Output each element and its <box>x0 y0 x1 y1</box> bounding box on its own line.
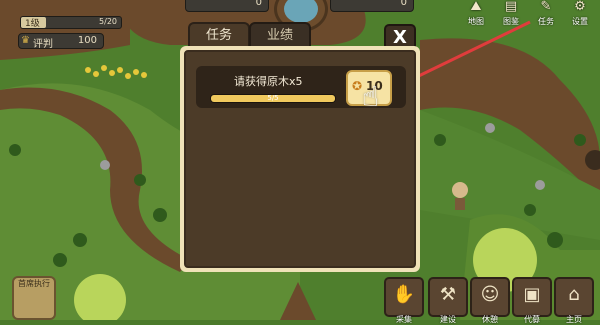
coin-icon: ✪ <box>352 79 363 93</box>
ceo-button[interactable]: 首席执行 <box>12 276 56 320</box>
tutorial-hand-icon: ☝ <box>362 80 380 113</box>
tab-achievements[interactable]: 业绩 <box>249 22 311 48</box>
collection-label: 图鉴 <box>503 17 519 26</box>
rating-label: 评判 <box>33 39 53 50</box>
map-button[interactable]: ⛰ 地图 <box>462 0 490 27</box>
resource-counter-1: 0 <box>185 0 269 12</box>
quest-panel: 请获得原木x5 5/5 ✪ 10 <box>180 46 420 272</box>
quests-button[interactable]: ✎ 任务 <box>532 0 560 27</box>
recruit-button[interactable]: ▣ 代募 <box>512 277 552 324</box>
level-bar: 1级 5/20 <box>20 16 122 29</box>
quests-label: 任务 <box>538 17 554 26</box>
book-icon: ▤ <box>504 0 518 14</box>
quest-panel-inner: 请获得原木x5 5/5 ✪ 10 <box>184 50 416 268</box>
time-dial-face <box>284 0 318 23</box>
level-count: 5/20 <box>99 17 117 26</box>
collection-button[interactable]: ▤ 图鉴 <box>497 0 525 27</box>
gear-icon: ⚙ <box>574 0 586 14</box>
home-button[interactable]: ⌂ 主页 <box>554 277 594 324</box>
quest-progress-bar: 5/5 <box>210 94 336 103</box>
rating-icon: ♛ <box>21 35 30 46</box>
tab-quests[interactable]: 任务 <box>188 22 250 48</box>
quest-icon: ✎ <box>540 0 552 14</box>
rest-button[interactable]: ☺ 休憩 <box>470 277 510 324</box>
resource-value-1: 0 <box>255 0 262 8</box>
gather-button[interactable]: ✋ 采集 <box>384 277 424 324</box>
resource-value-2: 0 <box>400 0 407 8</box>
rating-box: ♛ 评判 100 <box>18 33 104 50</box>
home-icon: ⌂ <box>568 284 580 305</box>
resource-counter-2: 0 <box>330 0 414 12</box>
quest-progress-text: 5/5 <box>267 94 279 102</box>
quest-title: 请获得原木x5 <box>234 75 303 88</box>
level-label: 1级 <box>25 19 40 29</box>
ceo-label: 首席执行 <box>18 279 50 288</box>
hammer-icon: ⚒ <box>439 284 457 305</box>
map-label: 地图 <box>468 17 484 26</box>
map-icon: ⛰ <box>470 0 482 14</box>
scroll-icon: ▣ <box>523 284 541 305</box>
face-icon: ☺ <box>480 284 500 305</box>
hand-icon: ✋ <box>392 284 416 305</box>
settings-label: 设置 <box>572 17 588 26</box>
rating-value: 100 <box>77 35 97 46</box>
build-button[interactable]: ⚒ 建设 <box>428 277 468 324</box>
settings-button[interactable]: ⚙ 设置 <box>566 0 594 27</box>
